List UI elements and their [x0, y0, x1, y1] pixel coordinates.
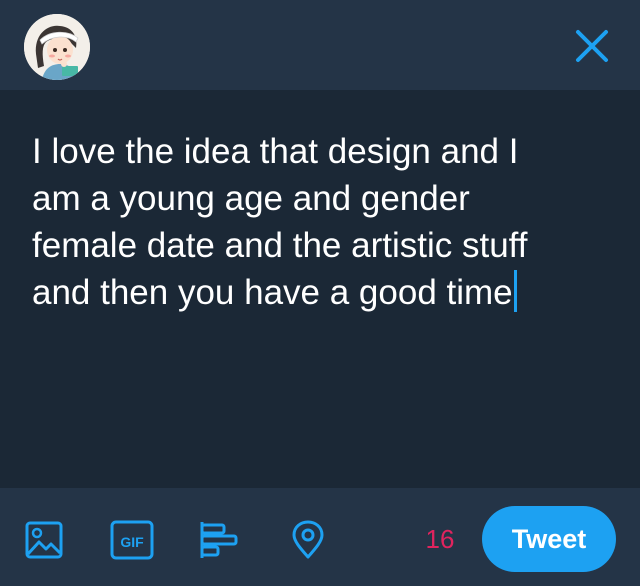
- add-location-button[interactable]: [288, 520, 328, 565]
- tweet-text-line-4: and then you have a good time: [32, 273, 513, 312]
- gif-icon: GIF: [110, 520, 154, 560]
- compose-header: [0, 0, 640, 90]
- poll-icon: [200, 522, 238, 558]
- location-pin-icon: [292, 520, 324, 559]
- add-poll-button[interactable]: [198, 520, 242, 565]
- tweet-text-input[interactable]: I love the idea that design and I am a y…: [32, 128, 622, 316]
- image-icon: [25, 521, 63, 559]
- text-caret: [513, 270, 517, 312]
- tweet-text-line-2: am a young age and gender: [32, 179, 470, 218]
- compose-tweet-screen: I love the idea that design and I am a y…: [0, 0, 640, 586]
- tweet-text-line-3: female date and the artistic stuff: [32, 226, 528, 265]
- tweet-text-line-1: I love the idea that design and I: [32, 132, 519, 171]
- close-button[interactable]: [568, 22, 616, 70]
- add-image-button[interactable]: [24, 520, 64, 565]
- user-avatar[interactable]: [24, 14, 90, 80]
- character-counter: 16: [425, 524, 455, 554]
- avatar-illustration-icon: [24, 14, 90, 80]
- close-x-icon: [576, 30, 608, 62]
- add-gif-button[interactable]: GIF: [110, 520, 154, 565]
- gif-label: GIF: [120, 534, 144, 550]
- tweet-button[interactable]: Tweet: [482, 506, 616, 572]
